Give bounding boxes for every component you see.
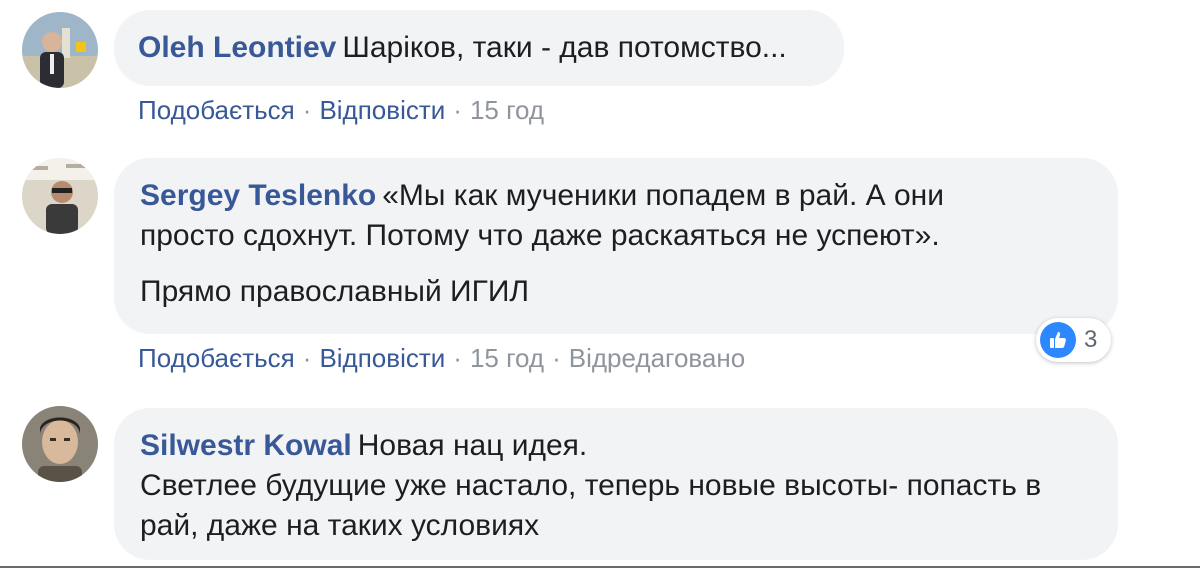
edited-label[interactable]: Відредаговано [569, 343, 745, 373]
comment-text [140, 256, 1092, 272]
comment-bubble: Silwestr Kowal Новая нац идея. Светлее бу… [114, 408, 1118, 560]
like-link[interactable]: Подобається [138, 95, 295, 125]
comment-text: просто сдохнут. Потому что даже раскаять… [140, 219, 940, 252]
avatar[interactable] [22, 12, 98, 88]
avatar-photo [22, 158, 98, 234]
separator: · [302, 95, 312, 125]
comment-actions: Подобається · Відповісти · 15 год [138, 94, 544, 126]
like-link[interactable]: Подобається [138, 343, 295, 373]
comment-actions: Подобається · Відповісти · 15 год · Відредагов… [138, 342, 745, 374]
comment-text: Шаріков, таки - дав потомство... [342, 31, 787, 64]
avatar[interactable] [22, 158, 98, 234]
comment-text: рай, даже на таких условиях [140, 509, 540, 542]
separator: · [453, 95, 462, 125]
comment-text: Прямо православный ИГИЛ [140, 275, 530, 308]
separator: · [552, 343, 561, 373]
comment-bubble: Oleh Leontiev Шаріков, таки - дав потомст… [114, 10, 844, 86]
comment-bubble: Sergey Teslenko «Мы как мученики попадем … [114, 158, 1118, 334]
comment-text: Светлее будущие уже настало, теперь новы… [140, 469, 1042, 502]
reply-link[interactable]: Відповісти [319, 343, 445, 373]
comment-text: «Мы как мученики попадем в рай. А они [382, 179, 944, 212]
comments-section: Oleh Leontiev Шаріков, таки - дав потомст… [0, 0, 1200, 571]
comment-author[interactable]: Oleh Leontiev [138, 31, 336, 64]
like-icon [1040, 322, 1076, 358]
reaction-count: 3 [1084, 326, 1098, 353]
timestamp[interactable]: 15 год [470, 343, 544, 373]
reactions-badge[interactable]: 3 [1036, 318, 1112, 362]
divider [0, 566, 1200, 568]
comment-author[interactable]: Silwestr Kowal [140, 429, 352, 462]
separator: · [302, 343, 312, 373]
comment-author[interactable]: Sergey Teslenko [140, 179, 376, 212]
avatar-photo [22, 12, 98, 88]
timestamp[interactable]: 15 год [470, 95, 544, 125]
separator: · [453, 343, 462, 373]
avatar-photo [22, 406, 98, 482]
comment-text: Новая нац идея. [357, 429, 588, 462]
reply-link[interactable]: Відповісти [319, 95, 445, 125]
avatar[interactable] [22, 406, 98, 482]
